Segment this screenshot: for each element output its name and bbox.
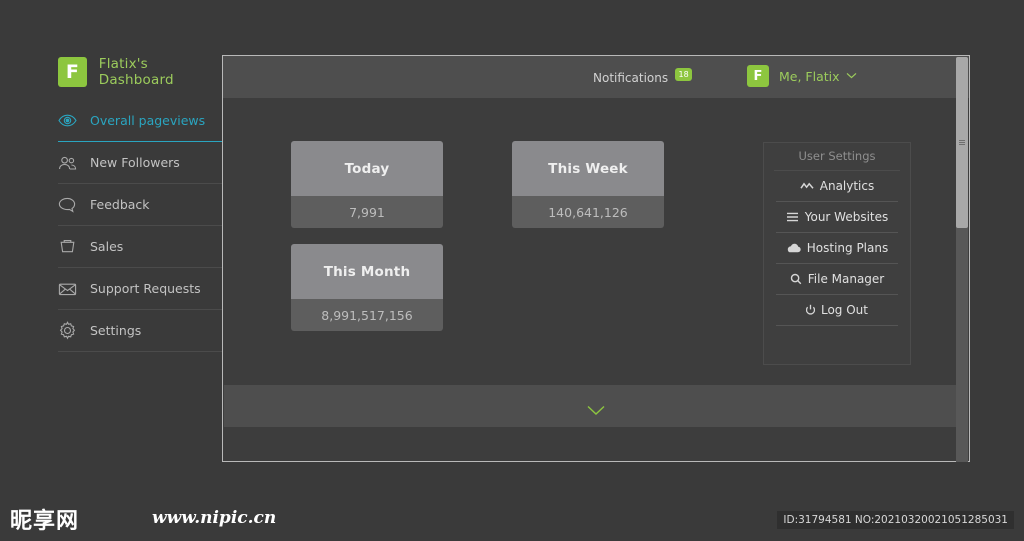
sidebar-item-label: Feedback [90, 197, 150, 212]
stat-card-value: 8,991,517,156 [291, 299, 443, 331]
sidebar-item-label: Sales [90, 239, 124, 254]
scrollbar-thumb[interactable] [956, 57, 968, 228]
watermark-id-badge: ID:31794581 NO:20210320021051285031 [777, 511, 1014, 529]
search-icon [790, 273, 802, 285]
user-settings-header: User Settings [774, 149, 900, 171]
stat-card-this-week[interactable]: This Week 140,641,126 [512, 141, 664, 228]
main-window: Notifications 18 F Me, Flatix Today 7,99… [222, 55, 970, 462]
notifications-label: Notifications [593, 71, 669, 85]
notifications-button[interactable]: Notifications 18 [593, 68, 693, 88]
gear-icon [58, 321, 77, 340]
brand: F Flatix's Dashboard [58, 56, 222, 88]
sidebar-item-overall-pageviews[interactable]: Overall pageviews [58, 100, 222, 142]
stat-card-title: This Week [512, 141, 664, 196]
power-icon [805, 304, 815, 316]
expand-panel-button[interactable] [224, 385, 968, 427]
stat-card-value: 7,991 [291, 196, 443, 228]
sidebar-item-label: Support Requests [90, 281, 201, 296]
envelope-icon [58, 279, 77, 298]
avatar: F [747, 65, 769, 87]
menu-item-label: Your Websites [804, 210, 889, 224]
scrollbar-grip-icon [959, 140, 965, 146]
menu-item-log-out[interactable]: Log Out [776, 295, 898, 326]
sidebar-item-sales[interactable]: Sales [58, 226, 222, 268]
sidebar-item-label: New Followers [90, 155, 180, 170]
window-bottom-bar [224, 427, 968, 461]
vertical-scrollbar[interactable] [956, 57, 968, 462]
watermark-url: www.nipic.cn [152, 508, 277, 528]
menu-item-label: Log Out [820, 303, 868, 317]
speech-bubble-icon [58, 195, 77, 214]
sidebar-item-new-followers[interactable]: New Followers [58, 142, 222, 184]
stat-card-title: This Month [291, 244, 443, 299]
window-topbar: Notifications 18 F Me, Flatix [223, 56, 969, 98]
menu-item-your-websites[interactable]: Your Websites [776, 202, 898, 233]
stat-card-title: Today [291, 141, 443, 196]
user-menu-button[interactable]: F Me, Flatix [747, 65, 857, 87]
sidebar-item-label: Settings [90, 323, 142, 338]
app-screen: F Flatix's Dashboard Overall pageviews N… [0, 0, 1024, 541]
cloud-icon [786, 243, 801, 253]
sidebar-item-feedback[interactable]: Feedback [58, 184, 222, 226]
window-content: Today 7,991 This Week 140,641,126 This M… [223, 98, 969, 385]
sidebar-item-support-requests[interactable]: Support Requests [58, 268, 222, 310]
list-icon [786, 212, 799, 222]
brand-logo-icon: F [58, 57, 87, 87]
chart-line-icon [800, 181, 814, 191]
watermark-logo: 昵享网 [10, 509, 80, 534]
page-title: Flatix's Dashboard [98, 56, 174, 88]
menu-item-hosting-plans[interactable]: Hosting Plans [776, 233, 898, 264]
sidebar-nav: Overall pageviews New Followers Feedback… [58, 100, 222, 352]
user-settings-panel: User Settings Analytics Your Websites Ho… [763, 142, 911, 365]
notifications-badge: 18 [675, 68, 693, 81]
stat-card-this-month[interactable]: This Month 8,991,517,156 [291, 244, 443, 331]
menu-item-label: Analytics [819, 179, 875, 193]
basket-icon [58, 237, 77, 256]
eye-icon [58, 111, 77, 130]
sidebar: F Flatix's Dashboard Overall pageviews N… [0, 0, 222, 495]
chevron-down-icon [586, 401, 606, 415]
menu-item-file-manager[interactable]: File Manager [776, 264, 898, 295]
menu-item-analytics[interactable]: Analytics [776, 171, 898, 202]
sidebar-item-label: Overall pageviews [90, 113, 206, 128]
stat-card-today[interactable]: Today 7,991 [291, 141, 443, 228]
users-icon [58, 153, 77, 172]
sidebar-item-settings[interactable]: Settings [58, 310, 222, 352]
user-name-label: Me, Flatix [779, 68, 840, 84]
stat-card-value: 140,641,126 [512, 196, 664, 228]
menu-item-label: Hosting Plans [806, 241, 889, 255]
chevron-down-icon [846, 71, 857, 82]
menu-item-label: File Manager [807, 272, 885, 286]
